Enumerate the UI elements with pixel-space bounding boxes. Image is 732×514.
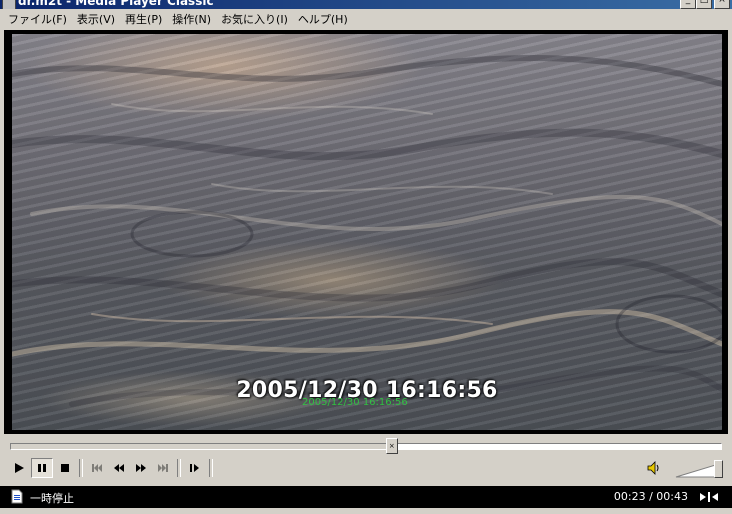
menu-file[interactable]: ファイル(F) [0,11,72,27]
menu-view[interactable]: 表示(V) [72,11,120,27]
time-display[interactable]: 00:23 / 00:43 [614,490,688,503]
volume-thumb[interactable] [714,460,723,478]
menu-navigate[interactable]: 操作(N) [167,11,216,27]
stop-icon [61,464,69,472]
pause-icon [38,464,46,472]
skip-back-icon [92,464,102,472]
window-title: dr.m2t - Media Player Classic [18,0,214,8]
app-icon [2,0,16,9]
frame-step-icon [190,464,199,472]
fast-forward-button[interactable] [130,458,152,478]
fast-forward-icon [136,464,146,472]
water-texture [12,55,722,407]
status-bar: 一時停止 00:23 / 00:43 [0,486,732,508]
menu-help[interactable]: ヘルプ(H) [293,11,353,27]
seek-thumb[interactable]: × [385,438,398,454]
menu-bar: ファイル(F) 表示(V) 再生(P) 操作(N) お気に入り(I) ヘルプ(H… [0,9,732,29]
previous-button[interactable] [86,458,108,478]
mute-button[interactable] [645,459,663,477]
toolbar-separator [177,459,181,477]
video-display[interactable]: 2005/12/30 16:16:56 2005/12/30 16:16:56 [12,34,722,430]
title-bar[interactable]: dr.m2t - Media Player Classic _ □ × [0,0,732,9]
volume-slider[interactable] [674,459,724,479]
playback-toolbar [8,458,216,478]
minimize-button[interactable]: _ [680,0,696,9]
toolbar-separator [209,459,213,477]
video-timestamp-overlay: 2005/12/30 16:16:56 [302,397,408,408]
toolbar-separator [79,459,83,477]
play-icon [15,463,24,473]
file-icon [11,489,23,504]
close-button[interactable]: × [714,0,730,9]
rewind-icon [114,464,124,472]
next-button[interactable] [152,458,174,478]
seek-bar[interactable]: × [10,438,722,454]
maximize-button[interactable]: □ [696,0,712,9]
playback-status: 一時停止 [30,492,74,505]
stop-button[interactable] [54,458,76,478]
speaker-icon [647,461,659,475]
rewind-button[interactable] [108,458,130,478]
menu-favorites[interactable]: お気に入り(I) [216,11,293,27]
audio-mode-icon[interactable] [698,490,720,504]
menu-play[interactable]: 再生(P) [120,11,167,27]
seek-bar-fill [11,444,391,449]
video-frame: 2005/12/30 16:16:56 2005/12/30 16:16:56 [4,30,728,434]
pause-button[interactable] [31,458,53,478]
frame-step-button[interactable] [184,458,206,478]
skip-forward-icon [158,464,168,472]
play-button[interactable] [8,458,30,478]
